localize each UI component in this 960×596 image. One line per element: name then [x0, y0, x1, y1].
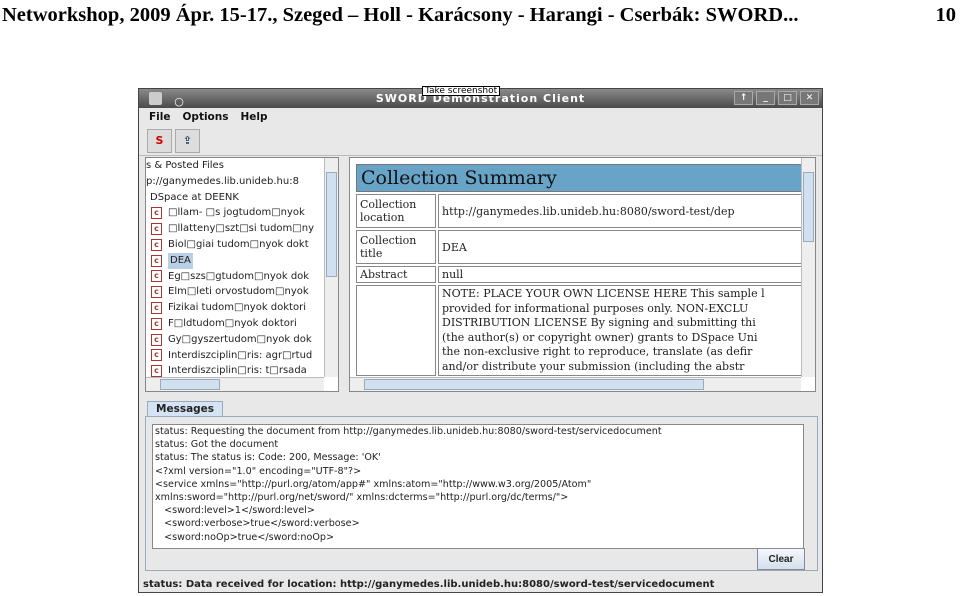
collection-label: Interdiszciplin□ris: t□rsada — [168, 365, 307, 377]
license-line: and/or distribute your submission (inclu… — [442, 359, 745, 373]
message-line: <service xmlns="http://purl.org/atom/app… — [155, 478, 592, 490]
location-label: Collection location — [356, 194, 436, 228]
summary-title: Collection Summary — [356, 164, 815, 192]
collection-label: F□ldtudom□nyok doktori — [168, 317, 297, 329]
message-line: status: The status is: Code: 200, Messag… — [155, 452, 381, 464]
collection-icon: c — [151, 302, 162, 315]
collection-icon: c — [151, 365, 162, 377]
license-line: NOTE: PLACE YOUR OWN LICENSE HERE This s… — [442, 287, 765, 300]
tree-collection-item[interactable]: c Fizikai tudom□nyok doktori — [146, 300, 324, 316]
tree-vertical-scrollbar[interactable] — [324, 158, 338, 377]
message-line: <sword:level>1</sword:level> — [155, 505, 315, 517]
summary-vertical-scrollbar[interactable] — [801, 158, 815, 377]
message-line: <?xml version="1.0" encoding="UTF-8"?> — [155, 465, 362, 477]
tree-root[interactable]: s & Posted Files — [146, 158, 324, 174]
collection-summary-panel: Collection Summary Collection location ht… — [349, 157, 816, 392]
menu-bar: File Options Help — [139, 108, 822, 126]
menu-options[interactable]: Options — [183, 108, 229, 126]
collection-label: □llam- □s jogtudom□nyok — [168, 207, 305, 219]
collection-icon: c — [151, 270, 162, 283]
tree-collection-item[interactable]: c F□ldtudom□nyok doktori — [146, 316, 324, 332]
collection-label: □llatteny□szt□si tudom□ny — [168, 223, 314, 235]
message-line: status: Got the document — [155, 439, 279, 451]
title-label: Collection title — [356, 230, 436, 264]
app-window: ○ Take screenshot SWORD Demonstration Cl… — [138, 86, 823, 593]
title-bar[interactable]: ○ Take screenshot SWORD Demonstration Cl… — [139, 86, 822, 108]
maximize-button[interactable]: □ — [778, 91, 797, 105]
abstract-label: Abstract — [356, 266, 436, 283]
close-button[interactable]: ✕ — [800, 91, 819, 105]
collection-label: Interdiszciplin□ris: agr□rtud — [168, 349, 313, 361]
collection-label: Fizikai tudom□nyok doktori — [168, 302, 306, 314]
clear-button[interactable]: Clear — [757, 548, 805, 570]
tree-collection-item[interactable]: c □llatteny□szt□si tudom□ny — [146, 221, 324, 237]
message-line: <sword:noOp>true</sword:noOp> — [155, 531, 335, 543]
tree-collection-item[interactable]: c Gy□gyszertudom□nyok dok — [146, 332, 324, 348]
tooltip: Take screenshot — [422, 86, 501, 96]
collection-icon: c — [151, 286, 162, 299]
collection-icon: c — [151, 349, 162, 362]
tree-horizontal-scrollbar[interactable] — [146, 377, 324, 391]
tree-collection-item[interactable]: c DEA — [146, 252, 324, 269]
slide-title: Networkshop, 2009 Ápr. 15-17., Szeged – … — [2, 4, 799, 26]
shade-button[interactable]: ↑ — [734, 91, 753, 105]
tree-collection-item[interactable]: c Interdiszciplin□ris: agr□rtud — [146, 348, 324, 364]
slide-header: Networkshop, 2009 Ápr. 15-17., Szeged – … — [2, 4, 958, 27]
license-line: provided for informational purposes only… — [442, 301, 749, 315]
java-icon — [149, 92, 162, 105]
license-line: the non-exclusive right to reproduce, tr… — [442, 345, 753, 358]
tree-collection-item[interactable]: c Eg□szs□gtudom□nyok dok — [146, 269, 324, 285]
window-menu-icon[interactable]: ○ — [173, 92, 186, 108]
messages-panel: status: Requesting the document from htt… — [145, 416, 818, 571]
location-value: http://ganymedes.lib.unideb.hu:8080/swor… — [438, 194, 815, 228]
menu-help[interactable]: Help — [241, 108, 268, 126]
collection-icon: c — [151, 317, 162, 330]
tree-collection-item[interactable]: c Interdiszciplin□ris: t□rsada — [146, 363, 324, 377]
tree-workspace[interactable]: DSpace at DEENK — [146, 190, 324, 206]
license-line: DISTRIBUTION LICENSE By signing and subm… — [442, 316, 756, 329]
tree-collection-item[interactable]: c Elm□leti orvostudom□nyok — [146, 284, 324, 300]
collection-icon: c — [151, 333, 162, 346]
tree-server[interactable]: p://ganymedes.lib.unideb.hu:8 — [146, 174, 324, 190]
collection-summary-table: Collection Summary Collection location ht… — [354, 162, 815, 378]
message-line: <sword:verbose>true</sword:verbose> — [155, 518, 360, 530]
collections-tree: s & Posted Files p://ganymedes.lib.unide… — [146, 158, 324, 377]
toolbar: S ⇪ — [139, 126, 822, 156]
collections-tree-panel: s & Posted Files p://ganymedes.lib.unide… — [145, 157, 339, 392]
collection-icon: c — [151, 207, 162, 220]
post-button[interactable]: ⇪ — [175, 129, 200, 153]
abstract-value: null — [438, 266, 815, 283]
license-line: (the author(s) or copyright owner) grant… — [442, 330, 758, 344]
collection-label: Biol□giai tudom□nyok dokt — [168, 238, 309, 250]
tree-collection-item[interactable]: c Biol□giai tudom□nyok dokt — [146, 237, 324, 253]
service-document-button[interactable]: S — [147, 129, 172, 153]
page-number: 10 — [935, 4, 957, 26]
message-line: status: Requesting the document from htt… — [155, 426, 662, 437]
collection-label: Gy□gyszertudom□nyok dok — [168, 333, 312, 345]
minimize-button[interactable]: _ — [756, 91, 775, 105]
summary-horizontal-scrollbar[interactable] — [350, 377, 801, 391]
collection-icon: c — [151, 238, 162, 251]
tree-collection-item[interactable]: c □llam- □s jogtudom□nyok — [146, 205, 324, 221]
tab-messages[interactable]: Messages — [147, 401, 224, 416]
message-line: xmlns:sword="http://purl.org/net/sword/"… — [155, 491, 569, 503]
messages-log[interactable]: status: Requesting the document from htt… — [152, 424, 804, 549]
menu-file[interactable]: File — [149, 108, 171, 126]
title-value: DEA — [438, 230, 815, 264]
collection-label: Eg□szs□gtudom□nyok dok — [168, 270, 310, 282]
collection-icon: c — [151, 223, 162, 236]
license-text: NOTE: PLACE YOUR OWN LICENSE HERE This s… — [438, 285, 815, 376]
status-bar: status: Data received for location: http… — [143, 579, 715, 590]
collection-label: Elm□leti orvostudom□nyok — [168, 286, 309, 298]
collection-icon: c — [151, 254, 162, 267]
collection-label: DEA — [168, 252, 193, 269]
